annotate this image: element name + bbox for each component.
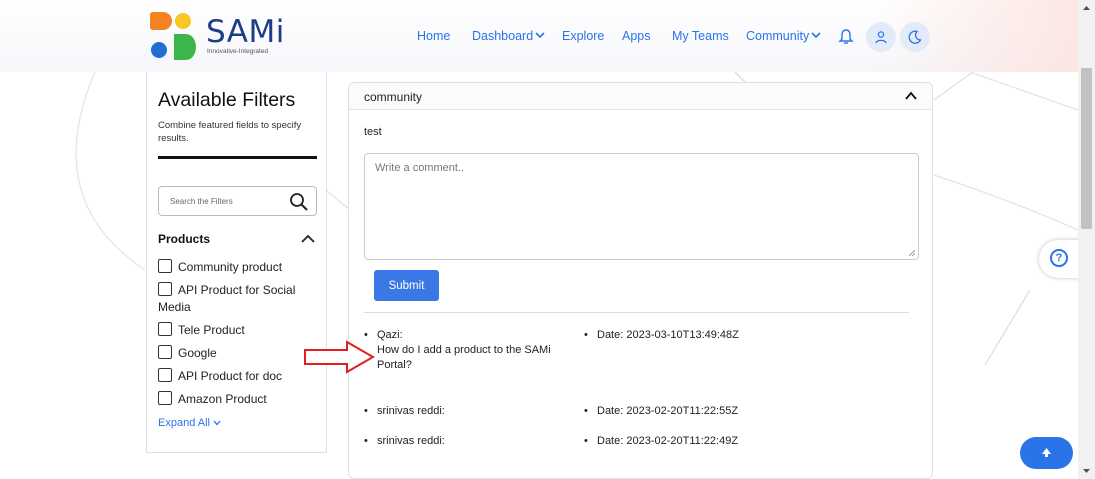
comment-date-block: • Date: 2023-02-20T11:22:55Z <box>584 404 739 419</box>
bullet: • <box>364 435 368 447</box>
filter-option-api-product-doc[interactable]: API Product for doc <box>158 368 323 385</box>
search-icon[interactable] <box>289 192 309 212</box>
post-card-header[interactable]: community <box>349 83 932 110</box>
nav-community[interactable]: Community <box>746 29 821 45</box>
bullet: • <box>364 405 368 417</box>
nav-home-label: Home <box>417 29 451 43</box>
nav-community-label: Community <box>746 29 810 43</box>
logo-tagline: Innovative-Integrated <box>207 48 269 55</box>
bell-icon[interactable] <box>838 28 854 46</box>
bullet: • <box>584 405 588 417</box>
page-scrollbar[interactable] <box>1078 0 1095 479</box>
nav-my-teams[interactable]: My Teams <box>672 29 729 45</box>
nav-apps-label: Apps <box>622 29 651 43</box>
moon-icon <box>908 30 922 44</box>
expand-all-label: Expand All <box>158 417 210 429</box>
comment-text: How do I add a product to the SAMi Porta… <box>377 344 551 371</box>
filters-title: Available Filters <box>158 89 296 111</box>
comment-author-block: • srinivas reddi: <box>364 404 445 419</box>
scroll-to-top-button[interactable] <box>1020 437 1073 469</box>
filter-option-api-product-social-media[interactable]: API Product for Social Media <box>158 282 323 316</box>
comment-author: Qazi: <box>377 329 403 341</box>
checkbox[interactable] <box>158 322 172 336</box>
comment-author-block: • Qazi: How do I add a product to the SA… <box>364 328 577 373</box>
nav-apps[interactable]: Apps <box>622 29 651 45</box>
annotation-arrow-icon <box>304 340 375 374</box>
help-button[interactable]: ? <box>1039 240 1081 278</box>
scroll-down-arrow-icon[interactable] <box>1082 466 1091 475</box>
nav-dashboard-label: Dashboard <box>472 29 534 43</box>
filters-sidebar: Available Filters Combine featured field… <box>146 72 327 453</box>
chevron-down-icon <box>811 32 821 39</box>
filter-option-tele-product[interactable]: Tele Product <box>158 322 323 339</box>
filters-divider <box>158 156 317 159</box>
arrow-up-icon <box>1042 448 1051 457</box>
filters-description: Combine featured fields to specify resul… <box>158 120 302 144</box>
nav-my-teams-label: My Teams <box>672 29 729 43</box>
comment-author: srinivas reddi: <box>377 435 445 447</box>
bullet: • <box>584 435 588 447</box>
comment-textarea[interactable] <box>365 154 918 259</box>
filter-option-amazon-product[interactable]: Amazon Product <box>158 391 323 408</box>
filter-option-label: Amazon Product <box>178 392 267 406</box>
comment-date-block: • Date: 2023-02-20T11:22:49Z <box>584 434 739 449</box>
user-button[interactable] <box>866 22 896 52</box>
chevron-down-icon <box>535 32 545 39</box>
checkbox[interactable] <box>158 282 172 296</box>
logo-mark-icon <box>150 12 196 60</box>
bullet: • <box>584 329 588 341</box>
nav-explore-label: Explore <box>562 29 605 43</box>
filter-option-label: API Product for Social Media <box>158 283 296 314</box>
submit-comment-button[interactable]: Submit <box>374 270 439 301</box>
community-post-card: community test Submit • Qazi: How do I a… <box>348 82 933 479</box>
chevron-down-icon <box>213 420 221 426</box>
post-body: test <box>364 126 382 138</box>
top-navbar: SAMi Innovative-Integrated Home Dashboar… <box>0 0 1078 72</box>
comment-date-block: • Date: 2023-03-10T13:49:48Z <box>584 328 739 343</box>
checkbox[interactable] <box>158 391 172 405</box>
filter-option-label: API Product for doc <box>178 369 283 383</box>
nav-explore[interactable]: Explore <box>562 29 604 45</box>
comment-author-block: • srinivas reddi: <box>364 434 445 449</box>
chevron-up-icon[interactable] <box>904 90 918 102</box>
sami-logo[interactable]: SAMi Innovative-Integrated <box>150 12 290 62</box>
help-icon: ? <box>1050 249 1068 267</box>
post-category-title: community <box>364 90 423 104</box>
filter-search-input[interactable] <box>159 187 289 215</box>
nav-dashboard[interactable]: Dashboard <box>472 29 545 45</box>
comment-date: Date: 2023-02-20T11:22:55Z <box>597 405 739 417</box>
products-section-title[interactable]: Products <box>158 232 210 246</box>
filter-option-label: Tele Product <box>178 323 245 337</box>
checkbox[interactable] <box>158 259 172 273</box>
comment-date: Date: 2023-02-20T11:22:49Z <box>597 435 739 447</box>
filter-option-label: Community product <box>178 260 283 274</box>
comment-textarea-wrapper <box>364 153 919 260</box>
expand-all-link[interactable]: Expand All <box>158 417 221 429</box>
checkbox[interactable] <box>158 345 172 359</box>
logo-text: SAMi <box>206 14 285 50</box>
scrollbar-thumb[interactable] <box>1081 68 1092 229</box>
filter-option-google[interactable]: Google <box>158 345 323 362</box>
chevron-up-icon[interactable] <box>300 232 316 246</box>
product-filter-list: Community product API Product for Social… <box>158 259 323 414</box>
comment-author: srinivas reddi: <box>377 405 445 417</box>
scroll-up-arrow-icon[interactable] <box>1082 4 1091 13</box>
comment-date: Date: 2023-03-10T13:49:48Z <box>597 329 739 341</box>
resize-handle-icon[interactable] <box>909 250 915 256</box>
nav-home[interactable]: Home <box>417 29 450 45</box>
filter-option-label: Google <box>178 346 217 360</box>
filter-option-community-product[interactable]: Community product <box>158 259 323 276</box>
checkbox[interactable] <box>158 368 172 382</box>
comments-divider <box>364 312 909 313</box>
user-icon <box>875 31 887 44</box>
theme-toggle-button[interactable] <box>900 22 930 52</box>
filter-search-box <box>158 186 317 216</box>
